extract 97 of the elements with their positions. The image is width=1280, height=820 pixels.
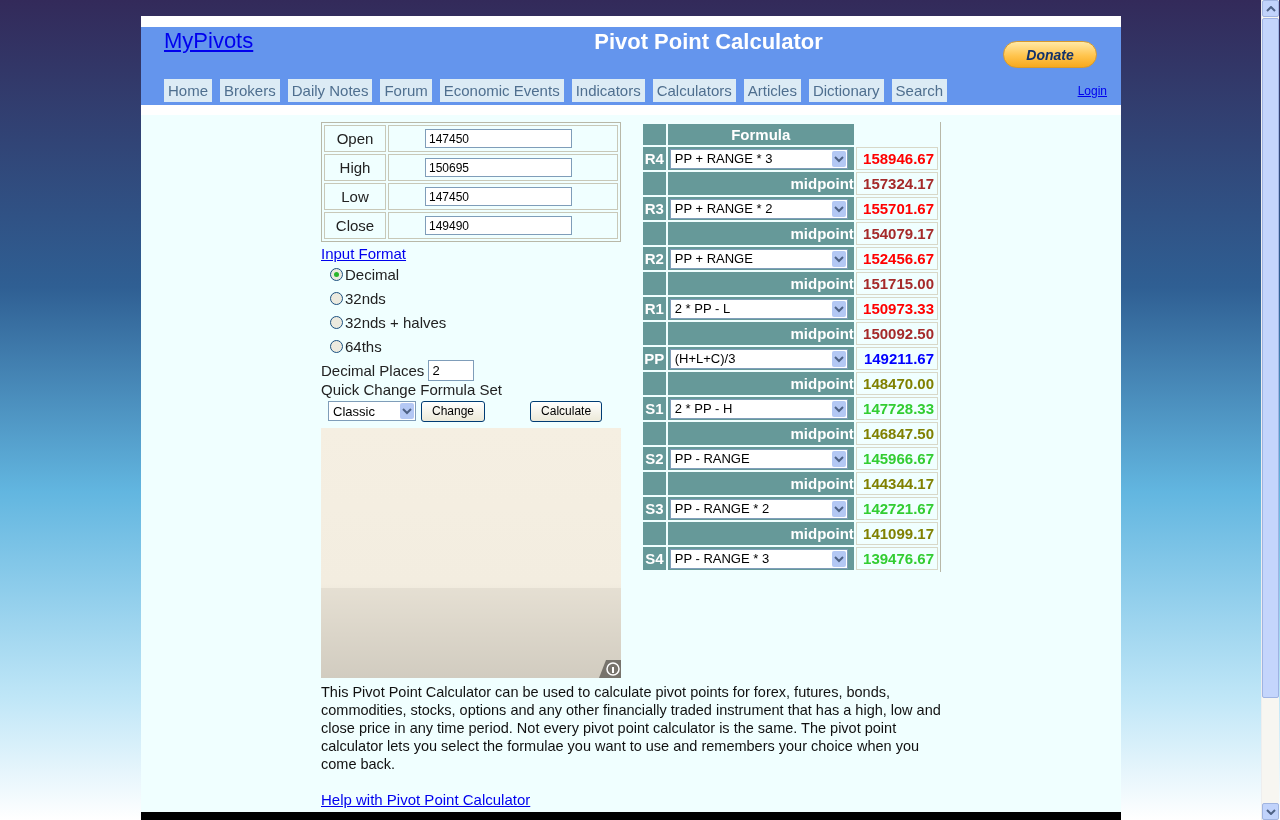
nav-tab[interactable]: Forum: [380, 79, 432, 102]
scroll-up-button[interactable]: [1262, 0, 1279, 17]
midpoint-value: 141099.17: [863, 525, 934, 542]
midpoint-label: midpoint: [667, 372, 854, 395]
pivot-value: 152456.67: [863, 250, 934, 267]
nav-tab[interactable]: Home: [164, 79, 212, 102]
nav-tab[interactable]: Dictionary: [808, 79, 884, 102]
column-header: Formula: [667, 124, 854, 145]
level-name: S3: [643, 497, 666, 520]
midpoint-label: midpoint: [667, 172, 854, 195]
midpoint-label: midpoint: [667, 222, 854, 245]
nav-tab[interactable]: Daily Notes: [287, 79, 373, 102]
donate-button[interactable]: Donate: [1003, 41, 1097, 68]
formula-dropdown[interactable]: PP + RANGE * 2: [669, 198, 848, 219]
level-name: S1: [643, 397, 666, 420]
chevron-up-icon: [1265, 5, 1276, 12]
nav-tab[interactable]: Search: [891, 79, 948, 102]
pivot-value: 142721.67: [863, 500, 934, 517]
pivot-value: 158946.67: [863, 150, 934, 167]
pivot-value: 150973.33: [863, 300, 934, 317]
scroll-down-button[interactable]: [1262, 803, 1279, 820]
caret-icon: [400, 403, 414, 419]
formula-set-dropdown[interactable]: Classic: [328, 401, 416, 421]
nav-tab[interactable]: Articles: [743, 79, 801, 102]
radio-label: 32nds: [345, 289, 386, 307]
formula-dropdown[interactable]: PP - RANGE * 3: [669, 548, 848, 569]
level-name: S2: [643, 447, 666, 470]
level-name: S4: [643, 547, 666, 570]
caret-icon: [831, 550, 846, 567]
caret-icon: [831, 400, 846, 417]
chevron-down-icon: [1265, 808, 1276, 815]
input-label: Close: [324, 212, 386, 239]
midpoint-value: 146847.50: [863, 425, 934, 442]
caret-icon: [831, 450, 846, 467]
input-field[interactable]: 147450: [425, 187, 572, 206]
formula-dropdown[interactable]: PP - RANGE: [669, 448, 848, 469]
caret-icon: [831, 350, 846, 367]
formula-dropdown[interactable]: 2 * PP - H: [669, 398, 848, 419]
input-field[interactable]: 149490: [425, 216, 572, 235]
pivot-value: 147728.33: [863, 400, 934, 417]
decimal-places-label: Decimal Places: [321, 362, 425, 379]
midpoint-value: 150092.50: [863, 325, 934, 342]
input-field[interactable]: 150695: [425, 158, 572, 177]
formula-dropdown[interactable]: PP + RANGE: [669, 248, 848, 269]
nav-tab[interactable]: Indicators: [571, 79, 645, 102]
radio-button[interactable]: [330, 339, 343, 353]
pivot-value: 149211.67: [863, 350, 934, 367]
page-title: Pivot Point Calculator: [593, 29, 824, 55]
calculate-button[interactable]: Calculate: [530, 400, 603, 422]
caret-icon: [831, 500, 846, 517]
radio-label: 64ths: [345, 337, 382, 355]
midpoint-label: midpoint: [667, 522, 854, 545]
caret-icon: [831, 200, 846, 217]
nav-tab[interactable]: Economic Events: [439, 79, 564, 102]
radio-button[interactable]: [330, 315, 343, 329]
radio-button[interactable]: [330, 291, 343, 305]
midpoint-value: 154079.17: [863, 225, 934, 242]
change-button[interactable]: Change: [421, 400, 486, 422]
midpoint-value: 144344.17: [863, 475, 934, 492]
level-name: R3: [643, 197, 666, 220]
formula-dropdown[interactable]: (H+L+C)/3: [669, 348, 848, 369]
pivot-value: 145966.67: [863, 450, 934, 467]
radio-button[interactable]: [330, 267, 343, 281]
formula-dropdown[interactable]: PP - RANGE * 2: [669, 498, 848, 519]
level-name: R2: [643, 247, 666, 270]
input-label: High: [324, 154, 386, 181]
input-format-link[interactable]: Input Format: [321, 245, 407, 262]
caret-icon: [831, 250, 846, 267]
midpoint-value: 148470.00: [863, 375, 934, 392]
caret-icon: [831, 300, 846, 317]
midpoint-label: midpoint: [667, 322, 854, 345]
formula-set-label: Quick Change Formula Set: [321, 381, 503, 398]
pivot-value: 155701.67: [863, 200, 934, 217]
caret-icon: [831, 150, 846, 167]
input-field[interactable]: 147450: [425, 129, 572, 148]
radio-label: 32nds + halves: [345, 313, 447, 331]
midpoint-label: midpoint: [667, 472, 854, 495]
description-paragraph: This Pivot Point Calculator can be used to calculate pivot points for forex, futures, bonds, commodities, stocks, options and any other financially traded instrument that has a high, low and close price in any time period. Not every pivot point calculator is the same. The pivot point calculator lets you select the formulae you want to use and remembers your choice when you come back.: [321, 683, 941, 773]
decimal-places-field[interactable]: 2: [428, 360, 475, 381]
midpoint-value: 151715.00: [863, 275, 934, 292]
pivot-value: 139476.67: [863, 550, 934, 567]
midpoint-label: midpoint: [667, 272, 854, 295]
level-name: R4: [643, 147, 666, 170]
midpoint-value: 157324.17: [863, 175, 934, 192]
nav-tab[interactable]: Brokers: [220, 79, 280, 102]
help-link[interactable]: Help with Pivot Point Calculator: [321, 791, 531, 808]
level-name: PP: [643, 347, 666, 370]
input-label: Open: [324, 125, 386, 152]
formula-dropdown[interactable]: PP + RANGE * 3: [669, 148, 848, 169]
input-label: Low: [324, 183, 386, 210]
midpoint-label: midpoint: [667, 422, 854, 445]
level-name: R1: [643, 297, 666, 320]
formula-dropdown[interactable]: 2 * PP - L: [669, 298, 848, 319]
radio-label: Decimal: [345, 265, 400, 283]
scrollbar[interactable]: [1261, 0, 1279, 820]
scroll-thumb[interactable]: [1262, 18, 1279, 698]
nav-tab[interactable]: Calculators: [652, 79, 736, 102]
